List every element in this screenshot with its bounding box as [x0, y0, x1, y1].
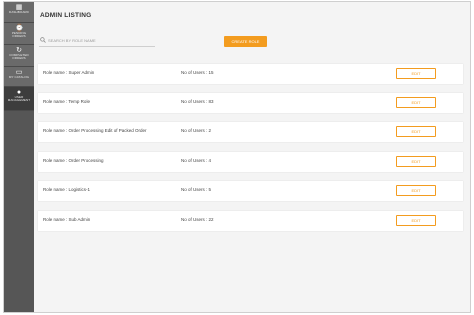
sidebar-item-label: COMPLETED ORDERS [9, 53, 29, 61]
role-name: Role name : Order Processing Edit of Pac… [43, 128, 147, 133]
create-role-button[interactable]: CREATE ROLE [224, 36, 267, 47]
table-row: Role name : Super Admin No of Users : 15… [38, 64, 463, 84]
role-name: Role name : Sub Admin [43, 217, 91, 222]
edit-button[interactable]: EDIT [396, 156, 436, 167]
sidebar-item-label: USER MANAGEMENT [7, 95, 31, 103]
user-count: No of Users : 2 [181, 128, 212, 133]
search-bar [39, 35, 155, 47]
edit-button[interactable]: EDIT [396, 97, 436, 108]
sidebar-item-dashboard[interactable]: ▦ DASHBOARD [4, 2, 34, 23]
sidebar: ▦ DASHBOARD ⌚ PENDING ORDERS ↻ COMPLETED… [4, 2, 34, 312]
sidebar-item-completed-orders[interactable]: ↻ COMPLETED ORDERS [4, 45, 34, 67]
app-window: ▦ DASHBOARD ⌚ PENDING ORDERS ↻ COMPLETED… [3, 1, 471, 313]
page-title: ADMIN LISTING [40, 12, 92, 19]
edit-button[interactable]: EDIT [396, 126, 436, 137]
user-count: No of Users : 5 [181, 187, 212, 192]
user-count: No of Users : 22 [181, 217, 214, 222]
search-icon [40, 37, 46, 43]
user-count: No of Users : 15 [181, 70, 214, 75]
edit-button[interactable]: EDIT [396, 68, 436, 79]
table-row: Role name : Sub Admin No of Users : 22 E… [38, 211, 463, 231]
role-name: Role name : Temp Role [43, 99, 90, 104]
table-row: Role name : Logistics-1 No of Users : 5 … [38, 181, 463, 201]
sidebar-item-my-catalog[interactable]: ▭ MY CATALOG [4, 67, 34, 87]
edit-button[interactable]: EDIT [396, 215, 436, 226]
role-name: Role name : Order Processing [43, 158, 104, 163]
main-content: ADMIN LISTING CREATE ROLE Role name : Su… [34, 2, 470, 312]
role-name: Role name : Logistics-1 [43, 187, 91, 192]
user-count: No of Users : 83 [181, 99, 214, 104]
search-input[interactable] [48, 36, 153, 44]
sidebar-item-user-management[interactable]: ● USER MANAGEMENT [4, 87, 34, 111]
user-count: No of Users : 4 [181, 158, 212, 163]
sidebar-item-label: PENDING ORDERS [11, 31, 27, 39]
edit-button[interactable]: EDIT [396, 185, 436, 196]
sidebar-item-pending-orders[interactable]: ⌚ PENDING ORDERS [4, 23, 34, 45]
table-row: Role name : Order Processing No of Users… [38, 152, 463, 172]
sidebar-item-label: DASHBOARD [9, 10, 29, 14]
role-name: Role name : Super Admin [43, 70, 95, 75]
table-row: Role name : Order Processing Edit of Pac… [38, 122, 463, 142]
table-row: Role name : Temp Role No of Users : 83 E… [38, 93, 463, 113]
sidebar-item-label: MY CATALOG [8, 75, 30, 79]
